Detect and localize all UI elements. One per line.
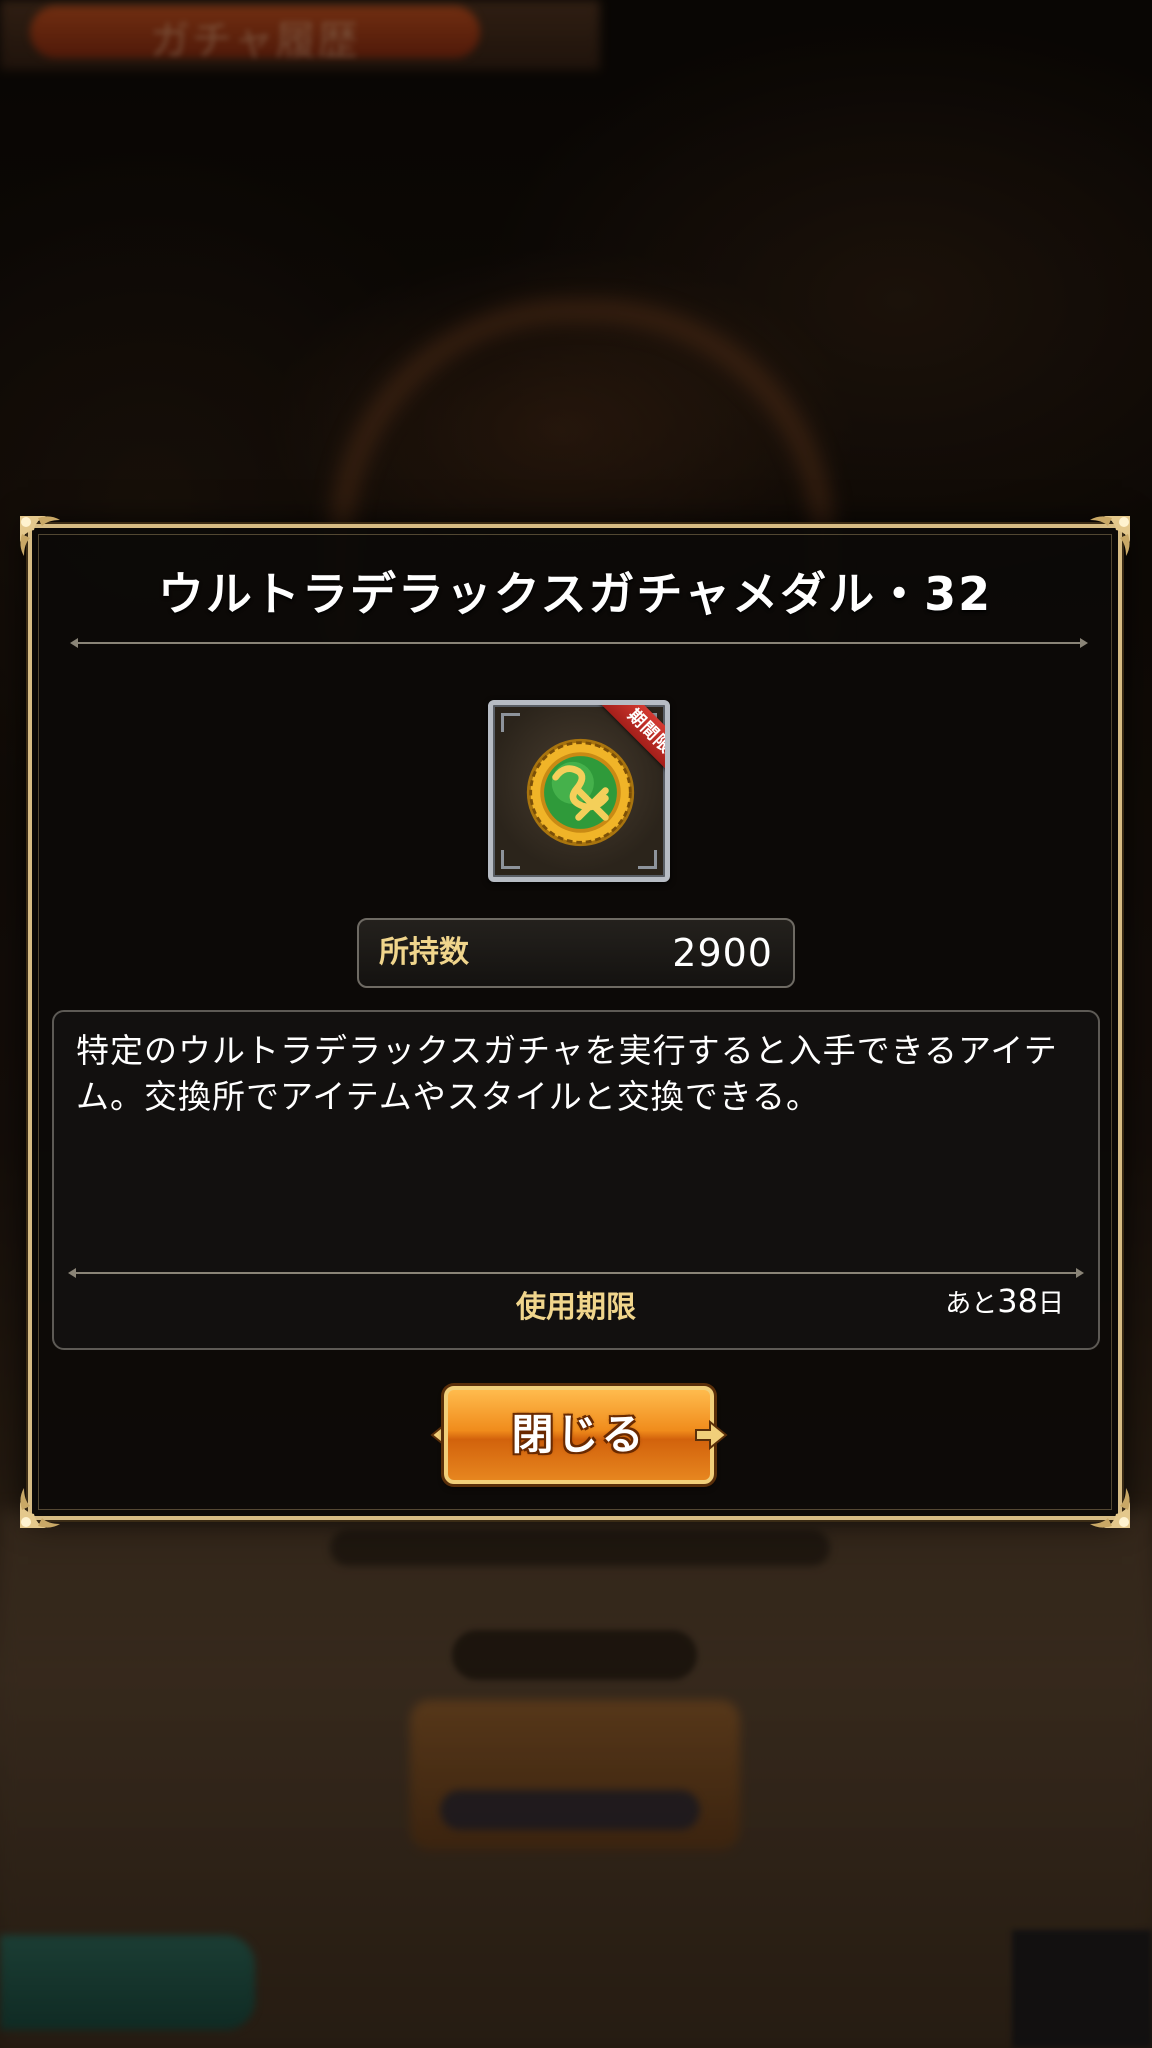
expiry-value: あと38日 — [945, 1282, 1064, 1320]
owned-count-value: 2900 — [672, 931, 773, 975]
close-button-label: 閉じる — [511, 1410, 647, 1459]
dialog-title: ウルトラデラックスガチャメダル・32 — [157, 567, 993, 621]
title-divider — [70, 636, 1088, 650]
owned-count-label: 所持数 — [379, 935, 469, 970]
owned-count-box: 所持数 2900 — [357, 918, 795, 988]
corner-ornament-icon — [1080, 1478, 1134, 1532]
item-icon-frame: 期間限定 — [488, 700, 670, 882]
expiry-unit: 日 — [1037, 1289, 1064, 1319]
expiry-days: 38 — [997, 1282, 1038, 1320]
corner-ornament-icon — [16, 1478, 70, 1532]
description-divider — [68, 1266, 1084, 1280]
button-ornament-icon — [695, 1419, 728, 1451]
item-detail-dialog: ウルトラデラックスガチャメダル・32 期間限定 所持数 2900 特定のウルトラ… — [20, 516, 1130, 1528]
close-button[interactable]: 閉じる — [430, 1386, 728, 1484]
description-box: 特定のウルトラデラックスガチャを実行すると入手できるアイテム。交換所でアイテムや… — [52, 1010, 1100, 1350]
expiry-prefix: あと — [945, 1289, 998, 1319]
expiry-label: 使用期限 — [516, 1290, 636, 1325]
gacha-medal-icon — [526, 738, 635, 847]
item-description: 特定のウルトラデラックスガチャを実行すると入手できるアイテム。交換所でアイテムや… — [76, 1031, 1058, 1116]
